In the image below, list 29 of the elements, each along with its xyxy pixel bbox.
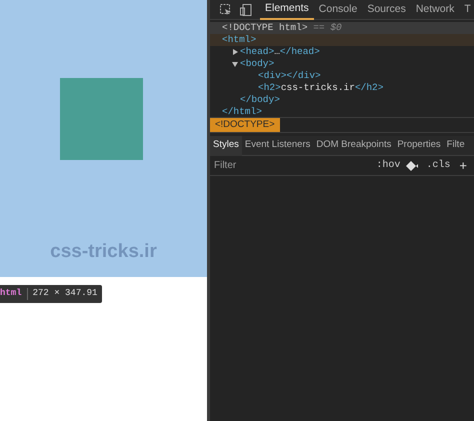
pane-tab[interactable]: DOM Breakpoints — [313, 136, 394, 156]
add-rule-button[interactable]: + — [455, 156, 471, 176]
breadcrumb[interactable]: <!DOCTYPE> — [210, 118, 280, 132]
element-tag[interactable]: </body> — [240, 92, 280, 108]
panel-tab[interactable]: Sources — [362, 0, 411, 20]
pane-tab[interactable]: Filte — [444, 136, 468, 156]
panel-tab[interactable]: Network — [410, 0, 460, 20]
pane-tab[interactable]: Event Listeners — [242, 136, 314, 156]
expanded-arrow-icon[interactable] — [232, 61, 238, 67]
pane-tab[interactable]: Properties — [394, 136, 444, 156]
inspect-icon[interactable] — [220, 4, 232, 16]
filter-field[interactable]: Filter — [214, 158, 364, 173]
pane-tab[interactable]: Styles — [210, 136, 242, 156]
panel-tab[interactable]: T — [459, 0, 474, 20]
paint-diamond-icon[interactable] — [406, 160, 418, 170]
device-icon[interactable] — [240, 4, 252, 16]
tooltip-size: 272 × 347.91 — [32, 287, 98, 300]
panel-tab[interactable]: Console — [314, 0, 362, 20]
tooltip-tag: html — [0, 287, 27, 301]
element-tag[interactable]: </html> — [222, 104, 262, 120]
collapsed-arrow-icon[interactable] — [232, 49, 238, 55]
element-tag[interactable]: <html> — [222, 32, 256, 48]
element-node[interactable]: <h2>css-tricks.ir</h2> — [258, 80, 384, 96]
panel-tab[interactable]: Elements — [260, 0, 314, 20]
hover-state-button[interactable]: :hov — [373, 158, 404, 173]
element-node[interactable]: <head>…</head> — [240, 44, 320, 60]
element-tag[interactable]: <body> — [240, 56, 274, 72]
element-node[interactable]: <div></div> — [258, 68, 321, 84]
class-toggle-button[interactable]: .cls — [421, 158, 456, 173]
